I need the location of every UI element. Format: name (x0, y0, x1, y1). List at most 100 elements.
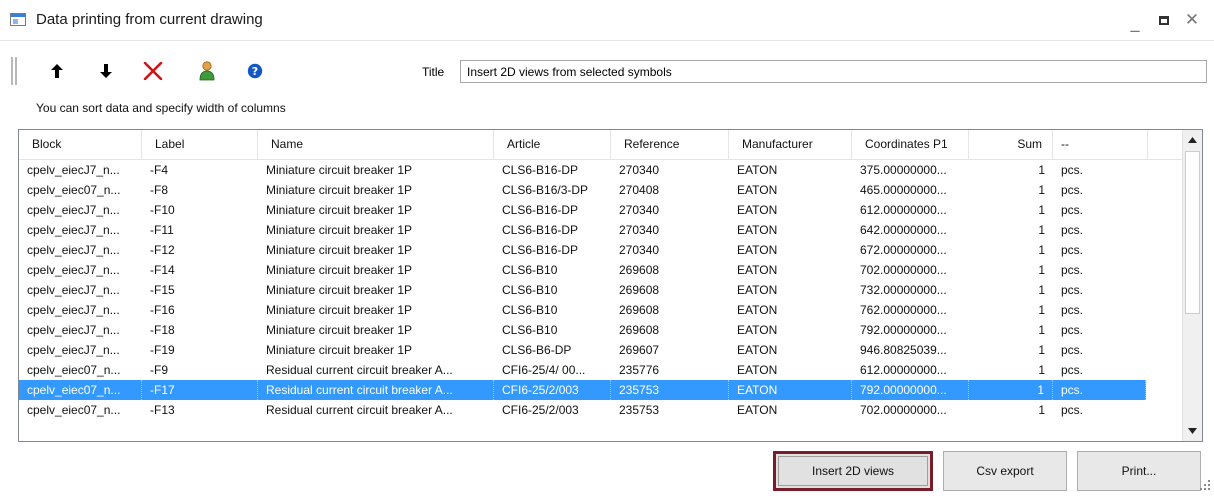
toolbar-grip[interactable] (11, 57, 17, 85)
cell-name: Residual current circuit breaker A... (266, 363, 453, 377)
resize-grip-icon[interactable] (1198, 478, 1212, 492)
table-row[interactable]: cpelv_eiecJ7_n... -F12 Miniature circuit b… (19, 240, 1146, 260)
cell-coordinates: 672.00000000... (860, 243, 947, 257)
user-icon (199, 61, 215, 81)
csv-export-button[interactable]: Csv export (943, 451, 1067, 491)
vertical-scrollbar[interactable] (1182, 130, 1202, 441)
cell-name: Miniature circuit breaker 1P (266, 163, 413, 177)
cell-unit: pcs. (1061, 243, 1084, 257)
column-header-name[interactable]: Name (258, 130, 494, 159)
cell-manufacturer: EATON (737, 303, 778, 317)
data-table[interactable]: Block Label Name Article Reference Manuf… (18, 129, 1203, 442)
table-row[interactable]: cpelv_eiecJ7_n... -F14 Miniature circuit b… (19, 260, 1146, 280)
table-row[interactable]: cpelv_eiecJ7_n... -F4 Miniature circuit br… (19, 160, 1146, 180)
cell-label: -F16 (150, 303, 175, 317)
cell-sum: 1 (1038, 303, 1045, 317)
cell-label: -F10 (150, 203, 175, 217)
cell-coordinates: 702.00000000... (860, 403, 947, 417)
print-button[interactable]: Print... (1077, 451, 1201, 491)
cell-article: CLS6-B16-DP (502, 203, 579, 217)
cell-name: Miniature circuit breaker 1P (266, 243, 413, 257)
cell-coordinates: 612.00000000... (860, 203, 947, 217)
table-row[interactable]: cpelv_eiecJ7_n... -F10 Miniature circuit b… (19, 200, 1146, 220)
scroll-down-icon[interactable] (1183, 421, 1202, 441)
cell-name: Miniature circuit breaker 1P (266, 223, 413, 237)
cell-block: cpelv_eiecJ7_n... (27, 263, 120, 277)
column-header-reference[interactable]: Reference (611, 130, 729, 159)
cell-sum: 1 (1038, 203, 1045, 217)
cell-block: cpelv_eiecJ7_n... (27, 323, 120, 337)
cell-coordinates: 792.00000000... (860, 323, 947, 337)
cell-sum: 1 (1038, 263, 1045, 277)
table-row[interactable]: cpelv_eiec07_n... -F17 Residual current ci… (19, 380, 1146, 400)
cell-article: CLS6-B10 (502, 283, 558, 297)
cell-article: CLS6-B16/3-DP (502, 183, 589, 197)
help-button[interactable]: ? (244, 60, 266, 82)
cell-reference: 269608 (619, 263, 660, 277)
cell-reference: 269608 (619, 283, 660, 297)
table-row[interactable]: cpelv_eiecJ7_n... -F18 Miniature circuit b… (19, 320, 1146, 340)
minimize-icon[interactable]: _ (1123, 8, 1147, 34)
column-header-block[interactable]: Block (19, 130, 142, 159)
cell-block: cpelv_eiecJ7_n... (27, 343, 120, 357)
cell-name: Residual current circuit breaker A... (266, 403, 453, 417)
cell-manufacturer: EATON (737, 243, 778, 257)
scrollbar-thumb[interactable] (1185, 151, 1200, 314)
cell-reference: 269608 (619, 323, 660, 337)
cell-article: CLS6-B10 (502, 323, 558, 337)
move-up-button[interactable] (46, 60, 68, 82)
cell-sum: 1 (1038, 323, 1045, 337)
user-button[interactable] (196, 60, 218, 82)
cell-manufacturer: EATON (737, 263, 778, 277)
cell-article: CLS6-B10 (502, 263, 558, 277)
column-header-unit[interactable]: -- (1053, 130, 1148, 159)
cell-coordinates: 732.00000000... (860, 283, 947, 297)
cell-reference: 269608 (619, 303, 660, 317)
column-header-article[interactable]: Article (494, 130, 611, 159)
cell-article: CFI6-25/2/003 (494, 380, 611, 400)
cell-unit: pcs. (1061, 343, 1084, 357)
cell-sum: 1 (1038, 183, 1045, 197)
cell-name: Miniature circuit breaker 1P (266, 283, 413, 297)
cell-reference: 235753 (619, 403, 660, 417)
cell-label: -F4 (150, 163, 168, 177)
cell-name: Miniature circuit breaker 1P (266, 263, 413, 277)
cell-name: Miniature circuit breaker 1P (266, 303, 413, 317)
table-row[interactable]: cpelv_eiecJ7_n... -F11 Miniature circuit b… (19, 220, 1146, 240)
cell-sum: 1 (1038, 403, 1045, 417)
table-row[interactable]: cpelv_eiec07_n... -F8 Miniature circuit br… (19, 180, 1146, 200)
close-icon[interactable]: ✕ (1180, 8, 1204, 32)
window-titlebar: Data printing from current drawing _ ✕ (0, 0, 1214, 41)
cell-coordinates: 946.80825039... (860, 343, 947, 357)
insert-2d-views-button[interactable]: Insert 2D views (773, 451, 933, 491)
cell-name: Miniature circuit breaker 1P (266, 343, 413, 357)
cell-block: cpelv_eiec07_n... (27, 183, 121, 197)
column-header-label[interactable]: Label (142, 130, 258, 159)
scroll-up-icon[interactable] (1183, 130, 1202, 150)
title-input[interactable] (460, 60, 1207, 83)
cell-reference: 270340 (619, 163, 660, 177)
cell-sum: 1 (1038, 283, 1045, 297)
cell-coordinates: 702.00000000... (860, 263, 947, 277)
move-down-button[interactable] (95, 60, 117, 82)
column-header-sum[interactable]: Sum (969, 130, 1053, 159)
cell-manufacturer: EATON (737, 343, 778, 357)
cell-manufacturer: EATON (729, 380, 852, 400)
column-header-coordinates[interactable]: Coordinates P1 (852, 130, 969, 159)
cell-reference: 270340 (619, 203, 660, 217)
maximize-icon[interactable] (1152, 8, 1176, 32)
table-row[interactable]: cpelv_eiec07_n... -F13 Residual current ci… (19, 400, 1146, 420)
delete-button[interactable] (142, 60, 164, 82)
cell-unit: pcs. (1061, 263, 1084, 277)
table-row[interactable]: cpelv_eiec07_n... -F9 Residual current cir… (19, 360, 1146, 380)
cell-article: CLS6-B6-DP (502, 343, 572, 357)
table-row[interactable]: cpelv_eiecJ7_n... -F19 Miniature circuit b… (19, 340, 1146, 360)
column-header-manufacturer[interactable]: Manufacturer (729, 130, 852, 159)
cell-manufacturer: EATON (737, 323, 778, 337)
cell-unit: pcs. (1061, 403, 1084, 417)
cell-reference: 269607 (619, 343, 660, 357)
cell-article: CFI6-25/4/ 00... (502, 363, 586, 377)
svg-text:?: ? (252, 65, 258, 78)
table-row[interactable]: cpelv_eiecJ7_n... -F16 Miniature circuit b… (19, 300, 1146, 320)
table-row[interactable]: cpelv_eiecJ7_n... -F15 Miniature circuit b… (19, 280, 1146, 300)
